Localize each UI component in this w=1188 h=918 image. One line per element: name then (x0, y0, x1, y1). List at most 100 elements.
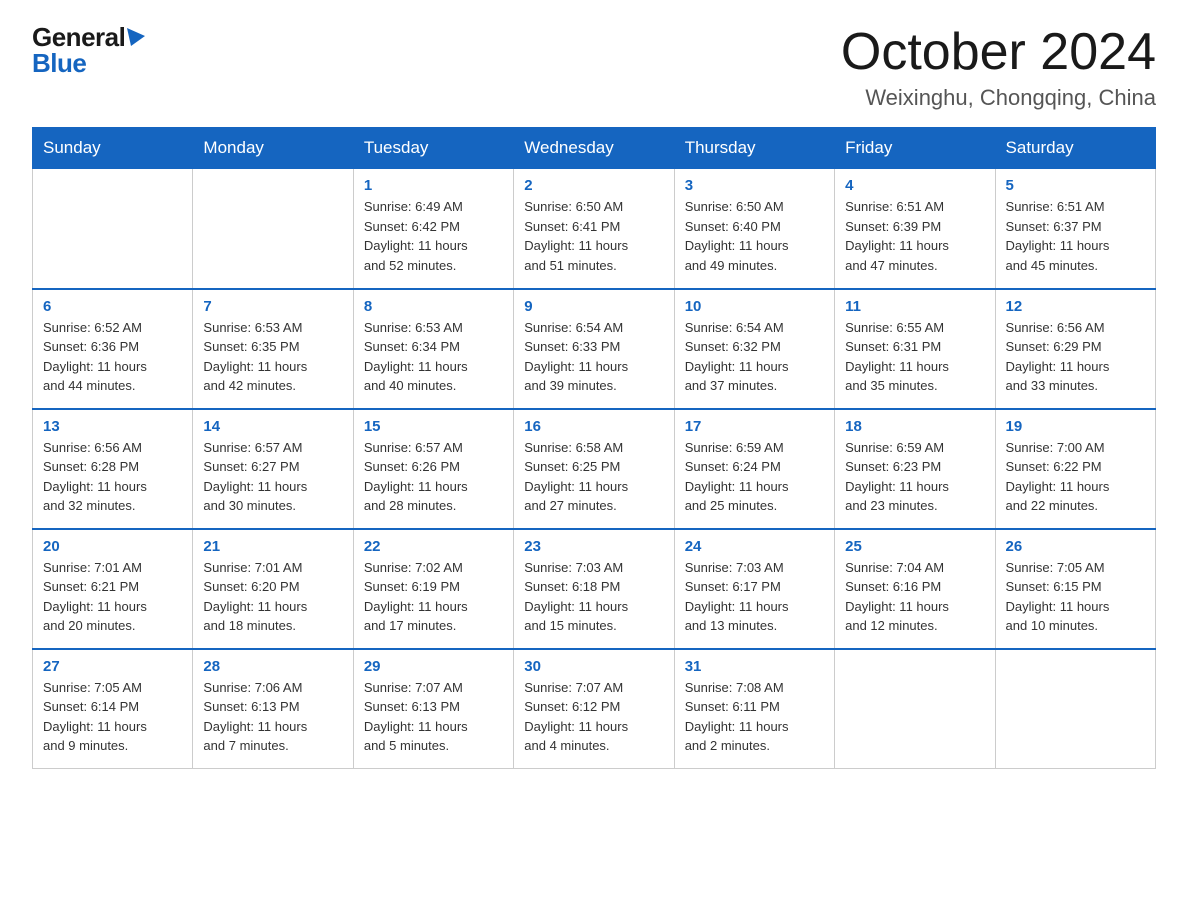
day-info: Sunrise: 7:01 AM Sunset: 6:21 PM Dayligh… (43, 558, 182, 636)
day-info: Sunrise: 7:03 AM Sunset: 6:18 PM Dayligh… (524, 558, 663, 636)
table-row: 17 Sunrise: 6:59 AM Sunset: 6:24 PM Dayli… (674, 409, 834, 529)
day-number: 5 (1006, 177, 1145, 194)
table-row: 5 Sunrise: 6:51 AM Sunset: 6:37 PM Daylig… (995, 169, 1155, 289)
calendar-title: October 2024 (841, 24, 1156, 81)
day-number: 13 (43, 418, 182, 435)
table-row: 29 Sunrise: 7:07 AM Sunset: 6:13 PM Dayli… (353, 649, 513, 769)
day-number: 22 (364, 538, 503, 555)
day-info: Sunrise: 6:56 AM Sunset: 6:29 PM Dayligh… (1006, 318, 1145, 396)
logo-blue-text: Blue (32, 48, 86, 78)
day-number: 7 (203, 298, 342, 315)
day-info: Sunrise: 6:59 AM Sunset: 6:24 PM Dayligh… (685, 438, 824, 516)
day-number: 23 (524, 538, 663, 555)
day-number: 8 (364, 298, 503, 315)
day-number: 25 (845, 538, 984, 555)
calendar-table: Sunday Monday Tuesday Wednesday Thursday… (32, 127, 1156, 769)
table-row: 30Sunrise: 7:07 AM Sunset: 6:12 PM Dayli… (514, 649, 674, 769)
header-monday: Monday (193, 128, 353, 169)
day-info: Sunrise: 6:52 AM Sunset: 6:36 PM Dayligh… (43, 318, 182, 396)
header-sunday: Sunday (33, 128, 193, 169)
table-row: 13 Sunrise: 6:56 AM Sunset: 6:28 PM Dayli… (33, 409, 193, 529)
table-row: 9 Sunrise: 6:54 AM Sunset: 6:33 PM Daylig… (514, 289, 674, 409)
header-tuesday: Tuesday (353, 128, 513, 169)
day-number: 3 (685, 177, 824, 194)
day-number: 30 (524, 658, 663, 675)
calendar-week-row: 13 Sunrise: 6:56 AM Sunset: 6:28 PM Dayli… (33, 409, 1156, 529)
table-row: 16Sunrise: 6:58 AM Sunset: 6:25 PM Dayli… (514, 409, 674, 529)
day-info: Sunrise: 7:01 AM Sunset: 6:20 PM Dayligh… (203, 558, 342, 636)
logo-triangle-icon (127, 28, 149, 48)
day-info: Sunrise: 7:06 AM Sunset: 6:13 PM Dayligh… (203, 678, 342, 756)
day-info: Sunrise: 7:03 AM Sunset: 6:17 PM Dayligh… (685, 558, 824, 636)
day-info: Sunrise: 6:54 AM Sunset: 6:33 PM Dayligh… (524, 318, 663, 396)
table-row (33, 169, 193, 289)
title-area: October 2024 Weixinghu, Chongqing, China (841, 24, 1156, 111)
table-row: 10Sunrise: 6:54 AM Sunset: 6:32 PM Dayli… (674, 289, 834, 409)
day-info: Sunrise: 6:53 AM Sunset: 6:34 PM Dayligh… (364, 318, 503, 396)
day-number: 31 (685, 658, 824, 675)
day-info: Sunrise: 7:02 AM Sunset: 6:19 PM Dayligh… (364, 558, 503, 636)
table-row: 20 Sunrise: 7:01 AM Sunset: 6:21 PM Dayli… (33, 529, 193, 649)
table-row: 6 Sunrise: 6:52 AM Sunset: 6:36 PM Daylig… (33, 289, 193, 409)
table-row: 26 Sunrise: 7:05 AM Sunset: 6:15 PM Dayli… (995, 529, 1155, 649)
day-info: Sunrise: 7:05 AM Sunset: 6:14 PM Dayligh… (43, 678, 182, 756)
calendar-week-row: 1Sunrise: 6:49 AM Sunset: 6:42 PM Daylig… (33, 169, 1156, 289)
header-friday: Friday (835, 128, 995, 169)
day-info: Sunrise: 7:08 AM Sunset: 6:11 PM Dayligh… (685, 678, 824, 756)
table-row: 7 Sunrise: 6:53 AM Sunset: 6:35 PM Daylig… (193, 289, 353, 409)
table-row: 23 Sunrise: 7:03 AM Sunset: 6:18 PM Dayli… (514, 529, 674, 649)
table-row: 24 Sunrise: 7:03 AM Sunset: 6:17 PM Dayli… (674, 529, 834, 649)
table-row: 25 Sunrise: 7:04 AM Sunset: 6:16 PM Dayli… (835, 529, 995, 649)
day-info: Sunrise: 6:56 AM Sunset: 6:28 PM Dayligh… (43, 438, 182, 516)
table-row: 31 Sunrise: 7:08 AM Sunset: 6:11 PM Dayli… (674, 649, 834, 769)
day-number: 18 (845, 418, 984, 435)
calendar-week-row: 27 Sunrise: 7:05 AM Sunset: 6:14 PM Dayli… (33, 649, 1156, 769)
day-number: 19 (1006, 418, 1145, 435)
table-row: 15Sunrise: 6:57 AM Sunset: 6:26 PM Dayli… (353, 409, 513, 529)
day-number: 26 (1006, 538, 1145, 555)
day-number: 11 (845, 298, 984, 315)
day-info: Sunrise: 7:00 AM Sunset: 6:22 PM Dayligh… (1006, 438, 1145, 516)
day-number: 27 (43, 658, 182, 675)
day-number: 24 (685, 538, 824, 555)
day-number: 9 (524, 298, 663, 315)
table-row: 4 Sunrise: 6:51 AM Sunset: 6:39 PM Daylig… (835, 169, 995, 289)
table-row: 19 Sunrise: 7:00 AM Sunset: 6:22 PM Dayli… (995, 409, 1155, 529)
table-row: 28 Sunrise: 7:06 AM Sunset: 6:13 PM Dayli… (193, 649, 353, 769)
table-row: 12 Sunrise: 6:56 AM Sunset: 6:29 PM Dayli… (995, 289, 1155, 409)
day-number: 29 (364, 658, 503, 675)
table-row: 18 Sunrise: 6:59 AM Sunset: 6:23 PM Dayli… (835, 409, 995, 529)
table-row: 14Sunrise: 6:57 AM Sunset: 6:27 PM Dayli… (193, 409, 353, 529)
calendar-location: Weixinghu, Chongqing, China (841, 85, 1156, 111)
day-number: 6 (43, 298, 182, 315)
table-row: 3Sunrise: 6:50 AM Sunset: 6:40 PM Daylig… (674, 169, 834, 289)
table-row: 2 Sunrise: 6:50 AM Sunset: 6:41 PM Daylig… (514, 169, 674, 289)
header-saturday: Saturday (995, 128, 1155, 169)
day-info: Sunrise: 6:55 AM Sunset: 6:31 PM Dayligh… (845, 318, 984, 396)
day-info: Sunrise: 6:59 AM Sunset: 6:23 PM Dayligh… (845, 438, 984, 516)
day-number: 2 (524, 177, 663, 194)
day-number: 17 (685, 418, 824, 435)
day-info: Sunrise: 6:57 AM Sunset: 6:27 PM Dayligh… (203, 438, 342, 516)
day-info: Sunrise: 6:50 AM Sunset: 6:41 PM Dayligh… (524, 197, 663, 275)
day-info: Sunrise: 6:54 AM Sunset: 6:32 PM Dayligh… (685, 318, 824, 396)
table-row: 8 Sunrise: 6:53 AM Sunset: 6:34 PM Daylig… (353, 289, 513, 409)
day-number: 21 (203, 538, 342, 555)
day-number: 20 (43, 538, 182, 555)
day-info: Sunrise: 6:53 AM Sunset: 6:35 PM Dayligh… (203, 318, 342, 396)
table-row (193, 169, 353, 289)
day-number: 4 (845, 177, 984, 194)
table-row: 22 Sunrise: 7:02 AM Sunset: 6:19 PM Dayli… (353, 529, 513, 649)
day-info: Sunrise: 6:58 AM Sunset: 6:25 PM Dayligh… (524, 438, 663, 516)
day-info: Sunrise: 7:07 AM Sunset: 6:13 PM Dayligh… (364, 678, 503, 756)
table-row: 1Sunrise: 6:49 AM Sunset: 6:42 PM Daylig… (353, 169, 513, 289)
header-thursday: Thursday (674, 128, 834, 169)
day-info: Sunrise: 7:04 AM Sunset: 6:16 PM Dayligh… (845, 558, 984, 636)
day-number: 28 (203, 658, 342, 675)
day-info: Sunrise: 7:05 AM Sunset: 6:15 PM Dayligh… (1006, 558, 1145, 636)
table-row: 11 Sunrise: 6:55 AM Sunset: 6:31 PM Dayli… (835, 289, 995, 409)
day-number: 12 (1006, 298, 1145, 315)
day-info: Sunrise: 6:51 AM Sunset: 6:39 PM Dayligh… (845, 197, 984, 275)
header-wednesday: Wednesday (514, 128, 674, 169)
day-info: Sunrise: 6:51 AM Sunset: 6:37 PM Dayligh… (1006, 197, 1145, 275)
